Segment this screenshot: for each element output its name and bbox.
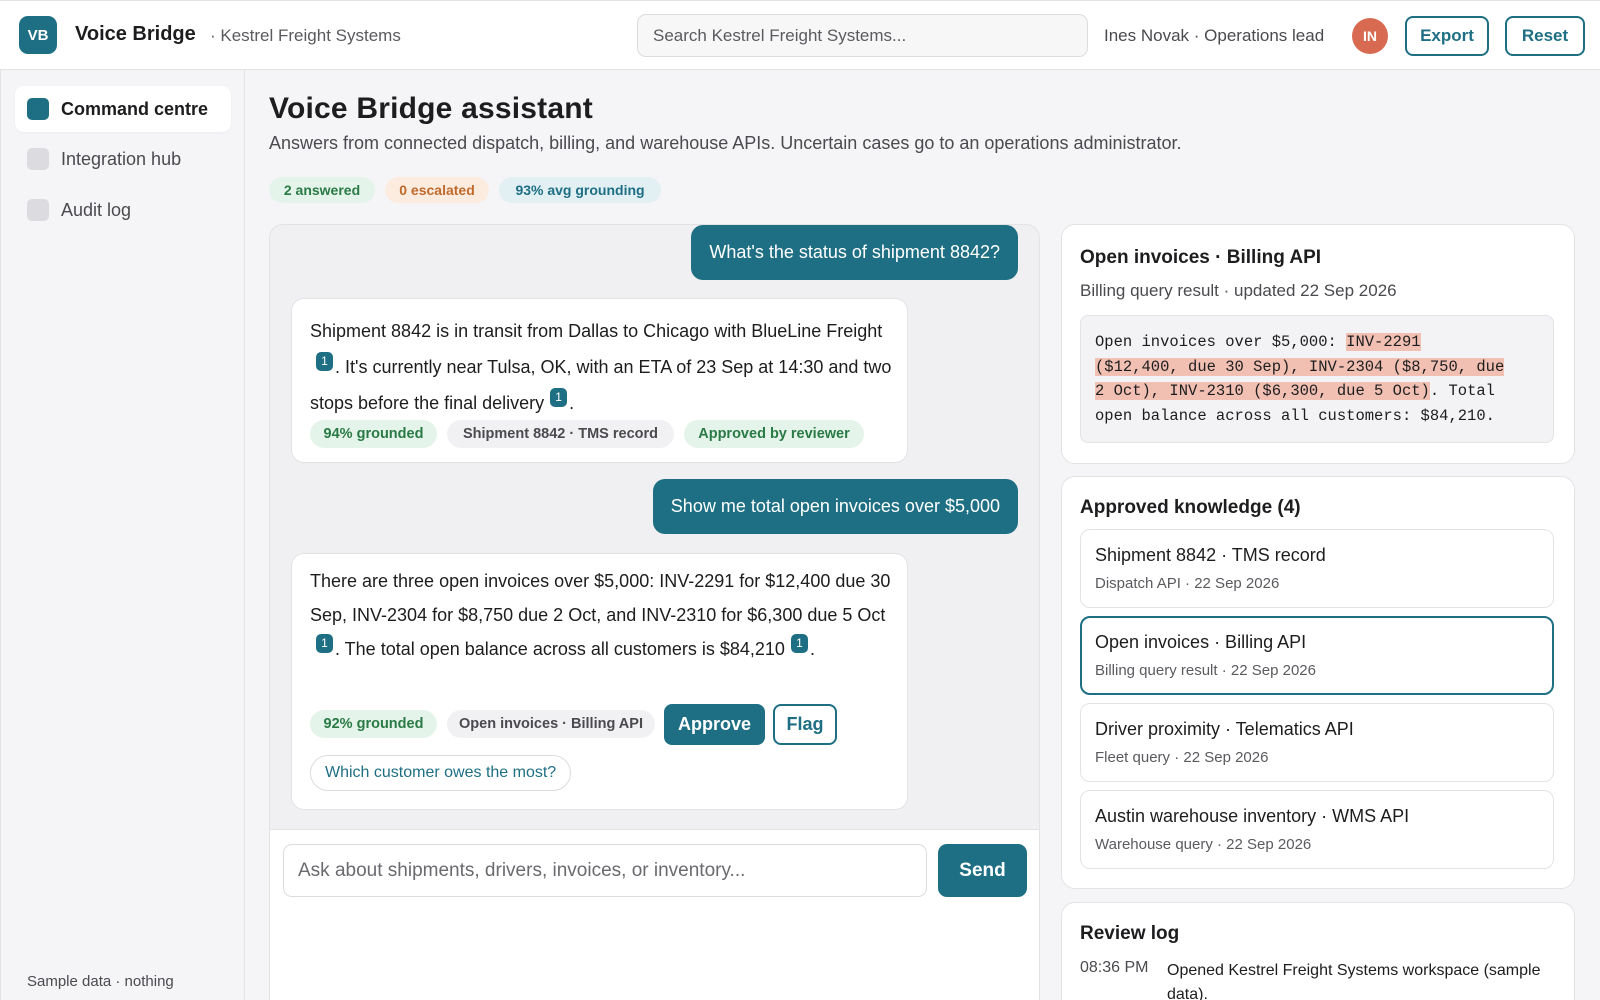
source-excerpt: Open invoices over $5,000: INV-2291 ($12…	[1080, 315, 1554, 443]
command-centre-icon	[27, 98, 49, 120]
knowledge-item-meta: Billing query result · 22 Sep 2026	[1095, 662, 1316, 679]
citation-marker[interactable]: 1	[790, 634, 808, 653]
send-button[interactable]: Send	[938, 844, 1027, 897]
source-title: Open invoices · Billing API	[1080, 247, 1322, 268]
search-input[interactable]	[637, 14, 1088, 57]
approve-button[interactable]: Approve	[664, 704, 765, 745]
avatar[interactable]: IN	[1352, 18, 1388, 54]
knowledge-item-meta: Warehouse query · 22 Sep 2026	[1095, 836, 1312, 853]
composer-area: Send	[270, 829, 1039, 1000]
knowledge-item[interactable]: Austin warehouse inventory · WMS API War…	[1080, 790, 1554, 869]
audit-log-icon	[27, 199, 49, 221]
message-text: . It's currently near Tulsa, OK, with an…	[310, 357, 892, 413]
sidebar: Command centre Integration hub Audit log…	[0, 70, 245, 1000]
user-label: Ines Novak · Operations lead	[1104, 26, 1325, 45]
knowledge-item[interactable]: Shipment 8842 · TMS record Dispatch API …	[1080, 529, 1554, 608]
knowledge-item-selected[interactable]: Open invoices · Billing API Billing quer…	[1080, 616, 1554, 695]
citation-marker[interactable]: 1	[316, 634, 333, 653]
export-button[interactable]: Export	[1405, 16, 1489, 56]
message-text: There are three open invoices over $5,00…	[310, 571, 891, 625]
answered-badge: 2 answered	[269, 177, 375, 203]
excerpt-text: open balance across all customers: $84,2…	[1095, 406, 1495, 425]
grounding-chip: 94% grounded	[310, 420, 437, 448]
user-message: What's the status of shipment 8842?	[691, 225, 1018, 280]
excerpt-text: . Total	[1429, 382, 1495, 400]
log-entry-time: 08:36 PM	[1080, 959, 1149, 976]
suggested-question[interactable]: Which customer owes the most?	[310, 755, 572, 791]
review-status-chip: Approved by reviewer	[684, 420, 864, 448]
page-subtitle: Answers from connected dispatch, billing…	[269, 133, 1182, 153]
page-title: Voice Bridge assistant	[269, 92, 593, 125]
sample-data-note: Sample data · nothing	[27, 973, 174, 990]
integration-hub-icon	[27, 148, 49, 170]
sidebar-item-label: Command centre	[61, 98, 209, 119]
excerpt-highlight: INV-2291	[1346, 333, 1421, 351]
top-bar: VB Voice Bridge · Kestrel Freight System…	[0, 0, 1600, 70]
excerpt-highlight: ($12,400, due 30 Sep), INV-2304 ($8,750,…	[1095, 357, 1505, 376]
knowledge-item-title: Open invoices · Billing API	[1095, 632, 1307, 652]
sidebar-item-audit-log[interactable]: Audit log	[15, 187, 231, 233]
message-text: .	[809, 639, 815, 659]
reset-button[interactable]: Reset	[1505, 16, 1585, 56]
message-text: .	[569, 393, 575, 413]
grounding-chip: 92% grounded	[310, 710, 437, 738]
knowledge-item-title: Driver proximity · Telematics API	[1095, 719, 1354, 739]
chat-panel: What's the status of shipment 8842? Ship…	[269, 224, 1040, 1000]
source-chip[interactable]: Shipment 8842 · TMS record	[447, 420, 674, 448]
knowledge-title: Approved knowledge (4)	[1080, 497, 1301, 518]
sidebar-item-command-centre[interactable]: Command centre	[15, 86, 231, 132]
excerpt-text: Open invoices over $5,000:	[1095, 333, 1347, 351]
grounding-badge: 93% avg grounding	[499, 177, 661, 203]
source-chip[interactable]: Open invoices · Billing API	[447, 710, 655, 738]
citation-marker[interactable]: 1	[550, 388, 568, 407]
sidebar-item-integration-hub[interactable]: Integration hub	[15, 136, 231, 182]
escalated-badge: 0 escalated	[385, 177, 489, 203]
sidebar-item-label: Audit log	[61, 199, 132, 220]
excerpt-highlight: 2 Oct), INV-2310 ($6,300, due 5 Oct)	[1095, 382, 1430, 400]
citation-marker[interactable]: 1	[316, 352, 333, 371]
knowledge-item-title: Shipment 8842 · TMS record	[1095, 545, 1326, 565]
review-log-panel: Review log 08:36 PM Opened Kestrel Freig…	[1061, 902, 1575, 1000]
source-preview-panel: Open invoices · Billing API Billing quer…	[1061, 224, 1575, 464]
assistant-message: There are three open invoices over $5,00…	[291, 553, 908, 810]
app-logo: VB	[19, 16, 57, 54]
review-log-title: Review log	[1080, 923, 1180, 944]
assistant-message-text: Shipment 8842 is in transit from Dallas …	[310, 313, 894, 421]
knowledge-item-meta: Fleet query · 22 Sep 2026	[1095, 749, 1269, 766]
flag-button[interactable]: Flag	[773, 704, 837, 745]
assistant-message-text: There are three open invoices over $5,00…	[310, 564, 894, 666]
org-name: · Kestrel Freight Systems	[210, 26, 401, 45]
knowledge-item[interactable]: Driver proximity · Telematics API Fleet …	[1080, 703, 1554, 782]
knowledge-item-meta: Dispatch API · 22 Sep 2026	[1095, 575, 1280, 592]
user-message: Show me total open invoices over $5,000	[652, 479, 1018, 534]
approved-knowledge-panel: Approved knowledge (4) Shipment 8842 · T…	[1061, 476, 1575, 889]
assistant-message: Shipment 8842 is in transit from Dallas …	[291, 298, 908, 463]
message-input[interactable]	[283, 844, 927, 897]
log-entry-text: Opened Kestrel Freight Systems workspace…	[1167, 962, 1541, 1000]
message-text: . The total open balance across all cust…	[335, 639, 785, 659]
sidebar-item-label: Integration hub	[61, 148, 182, 169]
source-meta: Billing query result · updated 22 Sep 20…	[1080, 281, 1397, 300]
knowledge-item-title: Austin warehouse inventory · WMS API	[1095, 806, 1410, 826]
message-text: Shipment 8842 is in transit from Dallas …	[310, 321, 883, 341]
app-name: Voice Bridge	[75, 23, 196, 45]
